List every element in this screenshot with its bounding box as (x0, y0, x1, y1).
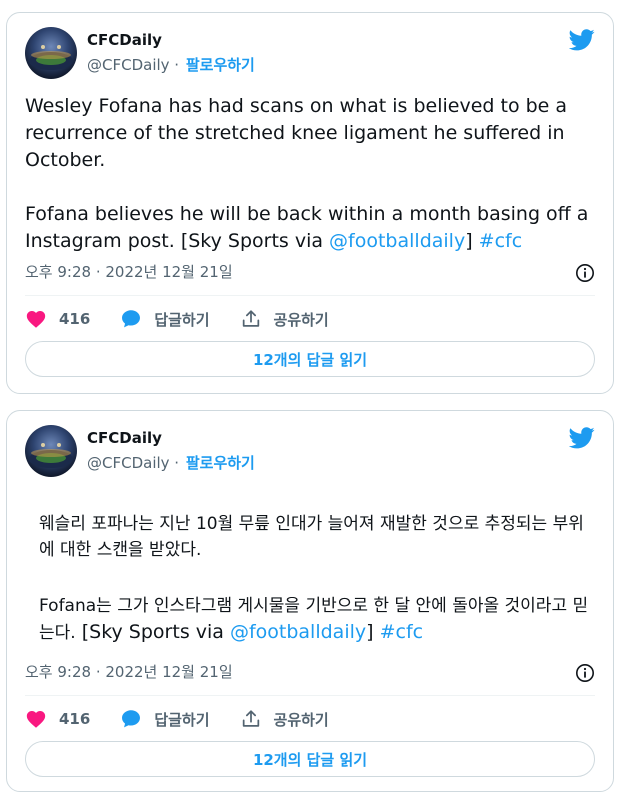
avatar[interactable] (25, 27, 77, 79)
timestamp[interactable]: 오후 9:28 · 2022년 12월 21일 (25, 261, 233, 282)
user-handle[interactable]: @CFCDaily (87, 56, 170, 74)
share-button[interactable]: 공유하기 (240, 308, 329, 330)
like-button[interactable]: 416 (25, 708, 90, 730)
user-name[interactable]: CFCDaily (87, 429, 162, 447)
share-upload-icon (242, 310, 259, 327)
handle-row: @CFCDaily · 팔로우하기 (87, 452, 255, 473)
like-count: 416 (59, 710, 91, 728)
share-upload-icon (242, 710, 259, 727)
twitter-bird-icon[interactable] (569, 427, 595, 449)
reply-button[interactable]: 답글하기 (120, 308, 210, 330)
mention-link[interactable]: @footballdaily (329, 230, 465, 252)
divider (25, 295, 595, 296)
tweet-paragraph-1: 웨슬리 포파나는 지난 10월 무릎 인대가 늘어져 재발한 것으로 추정되는 … (39, 514, 584, 560)
share-button[interactable]: 공유하기 (240, 708, 329, 730)
separator: · (169, 56, 184, 74)
tweet-paragraph-1: Wesley Fofana has had scans on what is b… (25, 95, 568, 171)
user-handle[interactable]: @CFCDaily (87, 454, 170, 472)
reply-label: 답글하기 (154, 710, 210, 729)
info-icon[interactable] (575, 263, 595, 283)
hashtag-link[interactable]: #cfc (479, 230, 523, 252)
share-label: 공유하기 (273, 710, 329, 729)
follow-link[interactable]: 팔로우하기 (186, 454, 255, 472)
reply-button[interactable]: 답글하기 (120, 708, 210, 730)
reply-label: 답글하기 (154, 310, 210, 329)
tweet-paragraph-2: Fofana는 그가 인스타그램 게시물을 기반으로 한 달 안에 돌아올 것이… (39, 593, 599, 646)
follow-link[interactable]: 팔로우하기 (186, 56, 255, 74)
like-button[interactable]: 416 (25, 308, 90, 330)
bracket-close: ] (366, 621, 380, 643)
tweet-card[interactable]: CFCDaily @CFCDaily · 팔로우하기 Wesley Fofana… (6, 12, 614, 394)
read-replies-button[interactable]: 12개의 답글 읽기 (25, 741, 595, 777)
separator: · (169, 454, 184, 472)
divider (25, 695, 595, 696)
heart-icon (26, 711, 46, 728)
source-text: [Sky Sports via (75, 621, 230, 643)
tweet-card[interactable]: CFCDaily @CFCDaily · 팔로우하기 웨슬리 포파나는 지난 1… (6, 410, 614, 792)
tweet-text: Wesley Fofana has had scans on what is b… (25, 93, 605, 255)
stadium-avatar-image (29, 443, 73, 468)
heart-icon (26, 311, 46, 328)
read-replies-button[interactable]: 12개의 답글 읽기 (25, 341, 595, 377)
tweet-paragraph-2: Fofana believes he will be back within a… (25, 201, 605, 255)
user-name[interactable]: CFCDaily (87, 31, 162, 49)
stadium-avatar-image (29, 45, 73, 70)
handle-row: @CFCDaily · 팔로우하기 (87, 54, 255, 75)
reply-bubble-icon (122, 710, 141, 728)
tweet-text: 웨슬리 포파나는 지난 10월 무릎 인대가 늘어져 재발한 것으로 추정되는 … (39, 511, 599, 646)
action-bar: 416 답글하기 공유하기 (25, 307, 595, 331)
twitter-bird-icon[interactable] (569, 29, 595, 51)
like-count: 416 (59, 310, 91, 328)
info-icon[interactable] (575, 663, 595, 683)
hashtag-link[interactable]: #cfc (380, 621, 424, 643)
mention-link[interactable]: @footballdaily (230, 621, 366, 643)
bracket-close: ] (465, 230, 479, 252)
action-bar: 416 답글하기 공유하기 (25, 707, 595, 731)
timestamp[interactable]: 오후 9:28 · 2022년 12월 21일 (25, 661, 233, 682)
reply-bubble-icon (122, 310, 141, 328)
share-label: 공유하기 (273, 310, 329, 329)
avatar[interactable] (25, 425, 77, 477)
